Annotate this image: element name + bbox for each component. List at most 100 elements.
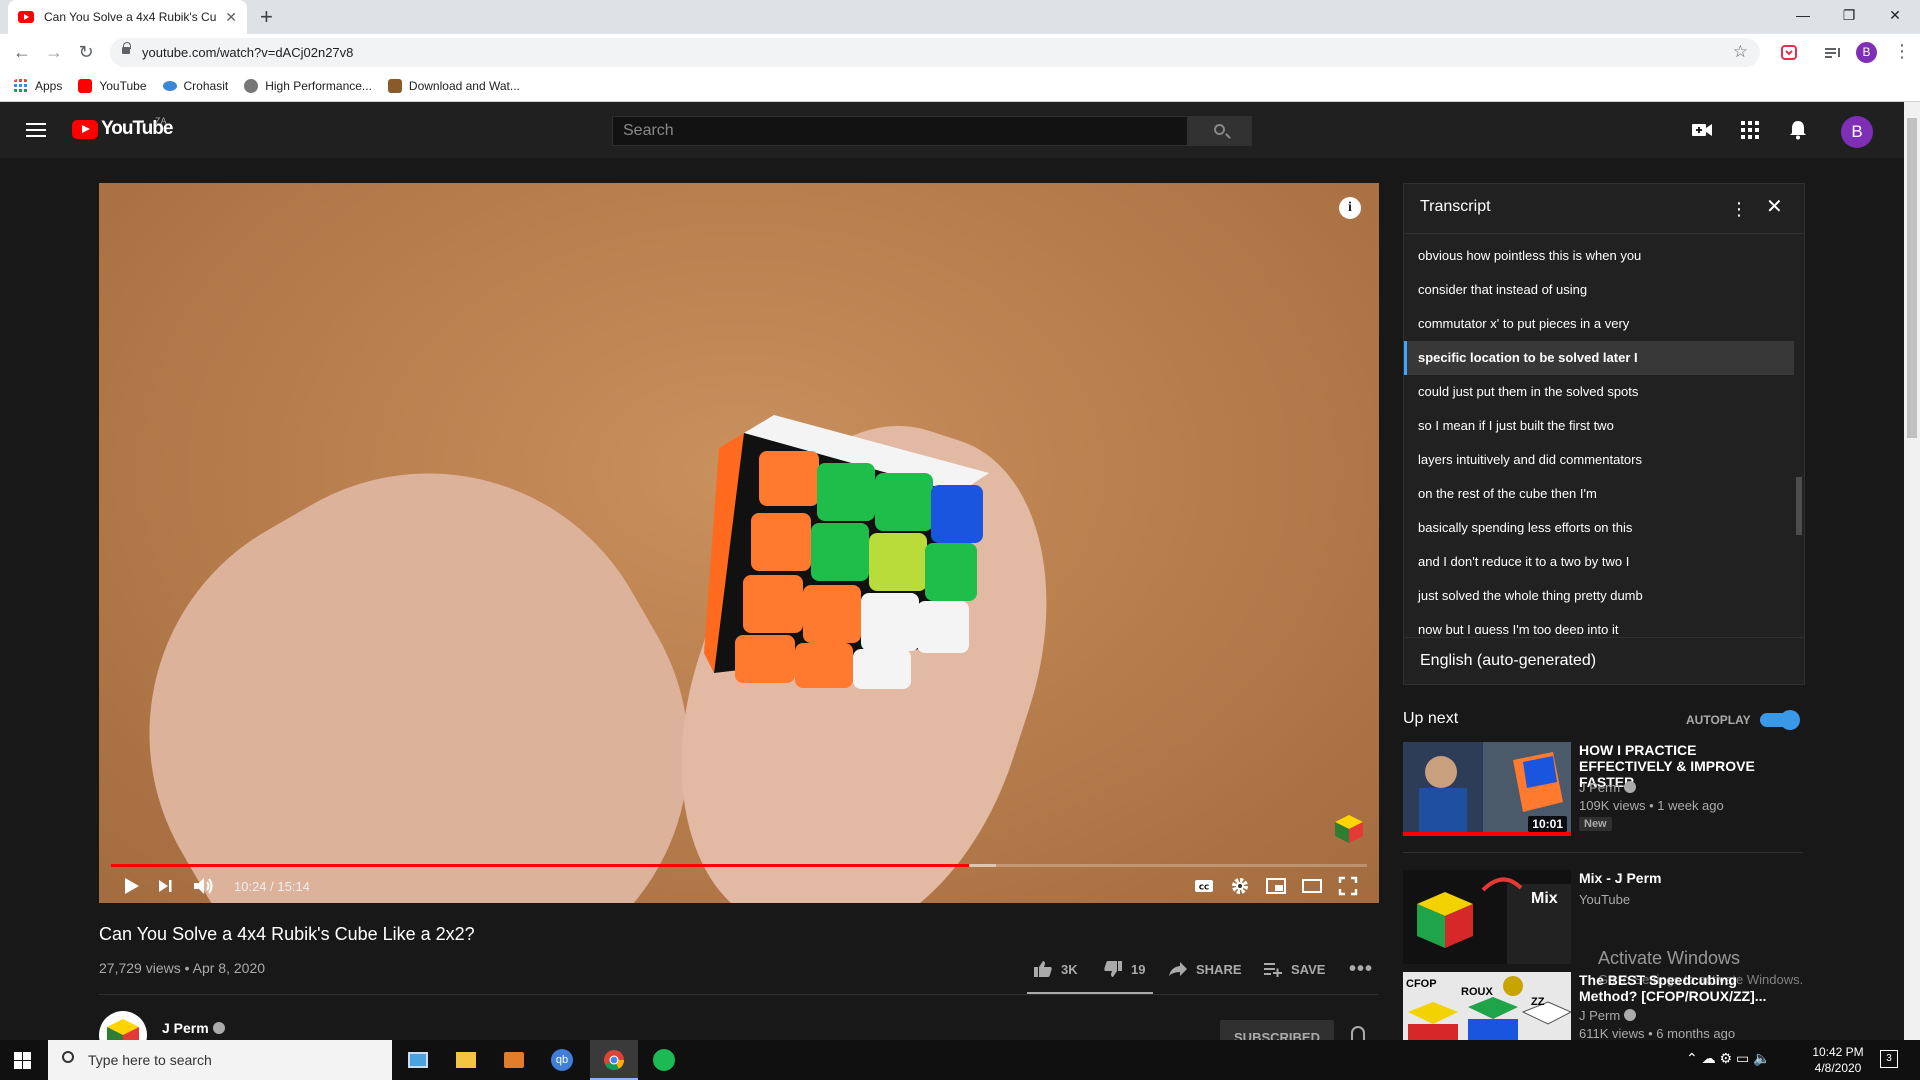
divider	[99, 994, 1379, 995]
restore-icon[interactable]: ❐	[1826, 2, 1872, 28]
next-icon[interactable]	[155, 875, 175, 897]
like-button[interactable]: 3K	[1033, 958, 1078, 980]
taskbar-clock[interactable]: 10:42 PM 4/8/2020	[1808, 1044, 1868, 1076]
rec-thumbnail[interactable]: Mix	[1403, 870, 1571, 964]
bookmark-star-icon[interactable]: ☆	[1733, 42, 1748, 62]
transcript-line[interactable]: basically spending less efforts on this	[1404, 511, 1794, 545]
create-video-icon[interactable]	[1690, 118, 1714, 142]
media-player-icon	[504, 1052, 524, 1068]
taskbar-app-chrome[interactable]	[590, 1040, 638, 1080]
account-avatar[interactable]: B	[1841, 116, 1873, 148]
pocket-extension-icon[interactable]	[1779, 43, 1799, 63]
tab-close-icon[interactable]: ✕	[225, 9, 237, 26]
browser-tab[interactable]: Can You Solve a 4x4 Rubik's Cub ✕	[8, 0, 247, 34]
browser-profile-avatar[interactable]: B	[1856, 42, 1877, 63]
apps-grid-icon	[14, 79, 27, 92]
bookmark-high-performance[interactable]: High Performance...	[244, 79, 372, 93]
taskbar-app-media[interactable]	[490, 1040, 538, 1080]
minimize-icon[interactable]: —	[1780, 2, 1826, 28]
video-player[interactable]: i 10:24 / 15:14 CC	[99, 183, 1379, 903]
settings-gear-icon[interactable]	[1229, 875, 1251, 897]
notifications-bell-icon[interactable]	[1786, 118, 1810, 142]
channel-name[interactable]: J Perm	[162, 1020, 225, 1036]
rec-channel: YouTube	[1579, 892, 1631, 907]
browser-menu-icon[interactable]: ⋮	[1893, 41, 1911, 62]
progress-bar[interactable]	[111, 864, 1367, 867]
bookmark-youtube[interactable]: YouTube	[78, 79, 147, 93]
transcript-scrollbar[interactable]	[1796, 477, 1802, 535]
rec-meta: 611K views • 6 months ago	[1579, 1026, 1736, 1040]
forward-icon[interactable]: →	[42, 40, 66, 64]
volume-icon[interactable]	[191, 875, 215, 897]
apps-icon[interactable]	[1738, 118, 1762, 142]
rec-channel-text: J Perm	[1579, 780, 1621, 795]
channel-watermark-icon[interactable]	[1333, 813, 1365, 845]
bookmark-apps[interactable]: Apps	[14, 79, 62, 93]
transcript-close-icon[interactable]: ✕	[1766, 196, 1783, 218]
transcript-line[interactable]: so I mean if I just built the first two	[1404, 409, 1794, 443]
action-center-icon[interactable]: 3	[1880, 1050, 1898, 1068]
more-actions-icon[interactable]: •••	[1349, 958, 1373, 980]
region-code: ZA	[155, 116, 167, 126]
search-button[interactable]	[1188, 116, 1252, 146]
save-button[interactable]: SAVE	[1263, 958, 1325, 980]
address-bar[interactable]: youtube.com/watch?v=dACj02n27v8 ☆	[110, 38, 1760, 67]
share-button[interactable]: SHARE	[1168, 958, 1242, 980]
video-meta: 27,729 views • Apr 8, 2020	[99, 960, 266, 976]
recommended-video-1[interactable]: 10:01 HOW I PRACTICE EFFECTIVELY & IMPRO…	[1403, 742, 1803, 838]
system-tray-icons[interactable]: ⌃ ☁ ⚙ ▭ 🔈	[1686, 1050, 1771, 1067]
theater-mode-icon[interactable]	[1301, 875, 1323, 897]
youtube-logo-icon[interactable]	[72, 120, 98, 139]
thumb-label-cfop: CFOP	[1406, 978, 1437, 990]
search-box	[612, 116, 1188, 146]
progress-played	[111, 864, 969, 867]
taskbar-search[interactable]: Type here to search	[48, 1040, 392, 1080]
dislike-button[interactable]: 19	[1103, 958, 1145, 980]
transcript-line[interactable]: obvious how pointless this is when you	[1404, 239, 1794, 273]
transcript-list[interactable]: obvious how pointless this is when you co…	[1404, 239, 1804, 634]
fullscreen-icon[interactable]	[1337, 875, 1359, 897]
bookmark-label: Crohasit	[183, 79, 229, 93]
autoplay-toggle[interactable]	[1760, 710, 1800, 730]
taskbar-app-qbittorrent[interactable]: qb	[538, 1040, 586, 1080]
taskbar-app-spotify[interactable]	[640, 1040, 688, 1080]
taskbar-app-file-explorer[interactable]	[442, 1040, 490, 1080]
transcript-line[interactable]: layers intuitively and did commentators	[1404, 443, 1794, 477]
bookmark-crohasit[interactable]: Crohasit	[162, 79, 229, 93]
new-tab-button[interactable]: +	[260, 4, 273, 30]
search-input[interactable]	[613, 117, 1187, 145]
transcript-line[interactable]: now but I guess I'm too deep into it	[1404, 613, 1794, 634]
rec-title[interactable]: Mix - J Perm	[1579, 870, 1793, 886]
transcript-language-selector[interactable]: English (auto-generated)	[1404, 637, 1804, 685]
transcript-line[interactable]: could just put them in the solved spots	[1404, 375, 1794, 409]
miniplayer-icon[interactable]	[1265, 875, 1287, 897]
page-scrollbar[interactable]	[1904, 102, 1920, 1040]
rec-thumbnail[interactable]: 10:01	[1403, 742, 1571, 836]
reload-icon[interactable]: ↻	[74, 40, 98, 64]
youtube-icon	[78, 79, 93, 93]
info-icon[interactable]: i	[1339, 197, 1361, 219]
taskbar-search-icon	[62, 1051, 74, 1063]
bookmark-label: YouTube	[99, 79, 147, 93]
transcript-more-icon[interactable]: ⋮	[1730, 198, 1748, 220]
back-icon[interactable]: ←	[10, 40, 34, 64]
windows-start-icon[interactable]	[14, 1052, 31, 1069]
rec-channel: J Perm	[1579, 780, 1637, 795]
transcript-line[interactable]: and I don't reduce it to a two by two I	[1404, 545, 1794, 579]
transcript-line[interactable]: on the rest of the cube then I'm	[1404, 477, 1794, 511]
scrollbar-thumb[interactable]	[1907, 118, 1917, 438]
transcript-line[interactable]: commutator x' to put pieces in a very	[1404, 307, 1794, 341]
transcript-line-active[interactable]: specific location to be solved later I	[1404, 341, 1794, 375]
rec-thumbnail[interactable]: CFOP ROUX ZZ	[1403, 972, 1571, 1040]
media-queue-icon[interactable]	[1823, 43, 1843, 63]
window-close-icon[interactable]: ✕	[1872, 2, 1918, 28]
transcript-line[interactable]: consider that instead of using	[1404, 273, 1794, 307]
subtitles-icon[interactable]: CC	[1193, 875, 1215, 897]
chrome-icon	[604, 1050, 625, 1071]
bookmark-download[interactable]: Download and Wat...	[387, 79, 520, 93]
play-icon[interactable]	[121, 875, 141, 897]
browser-toolbar: ← → ↻ youtube.com/watch?v=dACj02n27v8 ☆	[0, 34, 1920, 71]
hamburger-menu-icon[interactable]	[26, 123, 46, 137]
transcript-line[interactable]: just solved the whole thing pretty dumb	[1404, 579, 1794, 613]
taskbar-app-explorer-view[interactable]	[394, 1040, 442, 1080]
